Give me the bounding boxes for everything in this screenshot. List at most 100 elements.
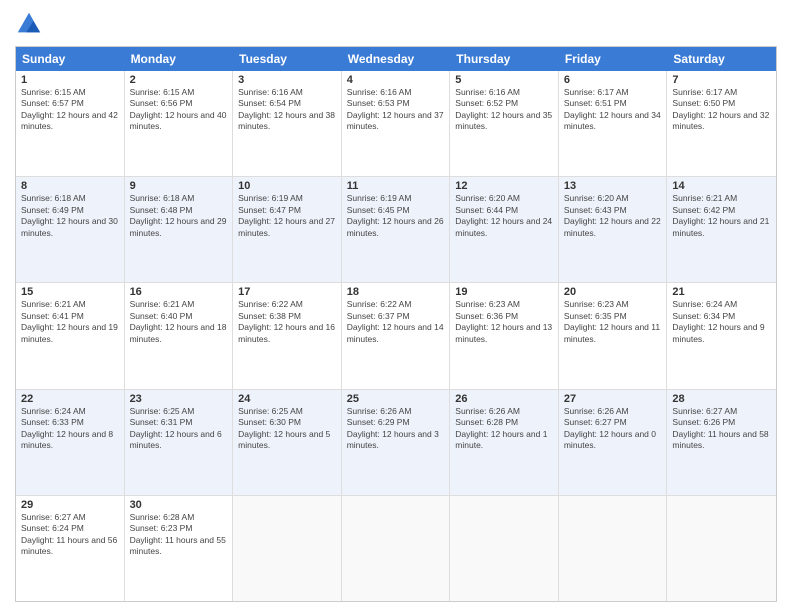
day-info: Sunrise: 6:19 AMSunset: 6:47 PMDaylight:… [238,193,336,239]
day-cell-2: 2Sunrise: 6:15 AMSunset: 6:56 PMDaylight… [125,71,234,176]
header-day-wednesday: Wednesday [342,47,451,71]
day-info: Sunrise: 6:21 AMSunset: 6:40 PMDaylight:… [130,299,228,345]
day-cell-17: 17Sunrise: 6:22 AMSunset: 6:38 PMDayligh… [233,283,342,388]
day-number: 25 [347,393,445,405]
day-number: 15 [21,286,119,298]
empty-cell [667,496,776,601]
day-info: Sunrise: 6:19 AMSunset: 6:45 PMDaylight:… [347,193,445,239]
day-cell-9: 9Sunrise: 6:18 AMSunset: 6:48 PMDaylight… [125,177,234,282]
day-number: 8 [21,180,119,192]
day-number: 24 [238,393,336,405]
calendar-week-4: 22Sunrise: 6:24 AMSunset: 6:33 PMDayligh… [16,390,776,496]
day-number: 18 [347,286,445,298]
day-info: Sunrise: 6:22 AMSunset: 6:38 PMDaylight:… [238,299,336,345]
day-info: Sunrise: 6:18 AMSunset: 6:49 PMDaylight:… [21,193,119,239]
day-number: 27 [564,393,662,405]
day-number: 5 [455,74,553,86]
day-info: Sunrise: 6:17 AMSunset: 6:50 PMDaylight:… [672,87,771,133]
calendar: SundayMondayTuesdayWednesdayThursdayFrid… [15,46,777,602]
day-info: Sunrise: 6:28 AMSunset: 6:23 PMDaylight:… [130,512,228,558]
day-cell-15: 15Sunrise: 6:21 AMSunset: 6:41 PMDayligh… [16,283,125,388]
day-number: 23 [130,393,228,405]
day-number: 2 [130,74,228,86]
day-info: Sunrise: 6:23 AMSunset: 6:36 PMDaylight:… [455,299,553,345]
day-number: 29 [21,499,119,511]
day-info: Sunrise: 6:26 AMSunset: 6:27 PMDaylight:… [564,406,662,452]
day-cell-10: 10Sunrise: 6:19 AMSunset: 6:47 PMDayligh… [233,177,342,282]
day-number: 9 [130,180,228,192]
day-number: 28 [672,393,771,405]
day-number: 12 [455,180,553,192]
day-number: 4 [347,74,445,86]
day-cell-24: 24Sunrise: 6:25 AMSunset: 6:30 PMDayligh… [233,390,342,495]
day-number: 19 [455,286,553,298]
day-cell-12: 12Sunrise: 6:20 AMSunset: 6:44 PMDayligh… [450,177,559,282]
day-info: Sunrise: 6:24 AMSunset: 6:33 PMDaylight:… [21,406,119,452]
day-cell-28: 28Sunrise: 6:27 AMSunset: 6:26 PMDayligh… [667,390,776,495]
day-info: Sunrise: 6:16 AMSunset: 6:52 PMDaylight:… [455,87,553,133]
day-cell-7: 7Sunrise: 6:17 AMSunset: 6:50 PMDaylight… [667,71,776,176]
day-cell-23: 23Sunrise: 6:25 AMSunset: 6:31 PMDayligh… [125,390,234,495]
day-cell-21: 21Sunrise: 6:24 AMSunset: 6:34 PMDayligh… [667,283,776,388]
day-cell-25: 25Sunrise: 6:26 AMSunset: 6:29 PMDayligh… [342,390,451,495]
day-number: 1 [21,74,119,86]
empty-cell [559,496,668,601]
day-info: Sunrise: 6:24 AMSunset: 6:34 PMDaylight:… [672,299,771,345]
day-info: Sunrise: 6:20 AMSunset: 6:43 PMDaylight:… [564,193,662,239]
day-info: Sunrise: 6:27 AMSunset: 6:26 PMDaylight:… [672,406,771,452]
day-info: Sunrise: 6:26 AMSunset: 6:29 PMDaylight:… [347,406,445,452]
empty-cell [342,496,451,601]
day-number: 22 [21,393,119,405]
day-cell-13: 13Sunrise: 6:20 AMSunset: 6:43 PMDayligh… [559,177,668,282]
day-number: 16 [130,286,228,298]
calendar-body: 1Sunrise: 6:15 AMSunset: 6:57 PMDaylight… [16,71,776,601]
header [15,10,777,38]
header-day-monday: Monday [125,47,234,71]
day-info: Sunrise: 6:17 AMSunset: 6:51 PMDaylight:… [564,87,662,133]
day-info: Sunrise: 6:18 AMSunset: 6:48 PMDaylight:… [130,193,228,239]
day-cell-29: 29Sunrise: 6:27 AMSunset: 6:24 PMDayligh… [16,496,125,601]
day-cell-30: 30Sunrise: 6:28 AMSunset: 6:23 PMDayligh… [125,496,234,601]
day-info: Sunrise: 6:27 AMSunset: 6:24 PMDaylight:… [21,512,119,558]
header-day-tuesday: Tuesday [233,47,342,71]
day-cell-1: 1Sunrise: 6:15 AMSunset: 6:57 PMDaylight… [16,71,125,176]
day-cell-14: 14Sunrise: 6:21 AMSunset: 6:42 PMDayligh… [667,177,776,282]
day-info: Sunrise: 6:23 AMSunset: 6:35 PMDaylight:… [564,299,662,345]
calendar-week-3: 15Sunrise: 6:21 AMSunset: 6:41 PMDayligh… [16,283,776,389]
calendar-header: SundayMondayTuesdayWednesdayThursdayFrid… [16,47,776,71]
calendar-week-5: 29Sunrise: 6:27 AMSunset: 6:24 PMDayligh… [16,496,776,601]
day-number: 20 [564,286,662,298]
calendar-week-2: 8Sunrise: 6:18 AMSunset: 6:49 PMDaylight… [16,177,776,283]
day-cell-22: 22Sunrise: 6:24 AMSunset: 6:33 PMDayligh… [16,390,125,495]
header-day-saturday: Saturday [667,47,776,71]
day-info: Sunrise: 6:21 AMSunset: 6:42 PMDaylight:… [672,193,771,239]
day-number: 13 [564,180,662,192]
calendar-week-1: 1Sunrise: 6:15 AMSunset: 6:57 PMDaylight… [16,71,776,177]
day-cell-16: 16Sunrise: 6:21 AMSunset: 6:40 PMDayligh… [125,283,234,388]
day-info: Sunrise: 6:15 AMSunset: 6:57 PMDaylight:… [21,87,119,133]
empty-cell [450,496,559,601]
day-number: 6 [564,74,662,86]
day-cell-6: 6Sunrise: 6:17 AMSunset: 6:51 PMDaylight… [559,71,668,176]
logo-icon [15,10,43,38]
day-cell-18: 18Sunrise: 6:22 AMSunset: 6:37 PMDayligh… [342,283,451,388]
day-number: 11 [347,180,445,192]
day-number: 21 [672,286,771,298]
day-info: Sunrise: 6:22 AMSunset: 6:37 PMDaylight:… [347,299,445,345]
day-cell-20: 20Sunrise: 6:23 AMSunset: 6:35 PMDayligh… [559,283,668,388]
day-number: 17 [238,286,336,298]
day-info: Sunrise: 6:16 AMSunset: 6:53 PMDaylight:… [347,87,445,133]
day-cell-19: 19Sunrise: 6:23 AMSunset: 6:36 PMDayligh… [450,283,559,388]
page: SundayMondayTuesdayWednesdayThursdayFrid… [0,0,792,612]
day-cell-8: 8Sunrise: 6:18 AMSunset: 6:49 PMDaylight… [16,177,125,282]
empty-cell [233,496,342,601]
day-number: 7 [672,74,771,86]
day-cell-27: 27Sunrise: 6:26 AMSunset: 6:27 PMDayligh… [559,390,668,495]
day-number: 26 [455,393,553,405]
day-cell-11: 11Sunrise: 6:19 AMSunset: 6:45 PMDayligh… [342,177,451,282]
day-info: Sunrise: 6:25 AMSunset: 6:31 PMDaylight:… [130,406,228,452]
day-cell-3: 3Sunrise: 6:16 AMSunset: 6:54 PMDaylight… [233,71,342,176]
header-day-thursday: Thursday [450,47,559,71]
day-number: 30 [130,499,228,511]
day-info: Sunrise: 6:25 AMSunset: 6:30 PMDaylight:… [238,406,336,452]
